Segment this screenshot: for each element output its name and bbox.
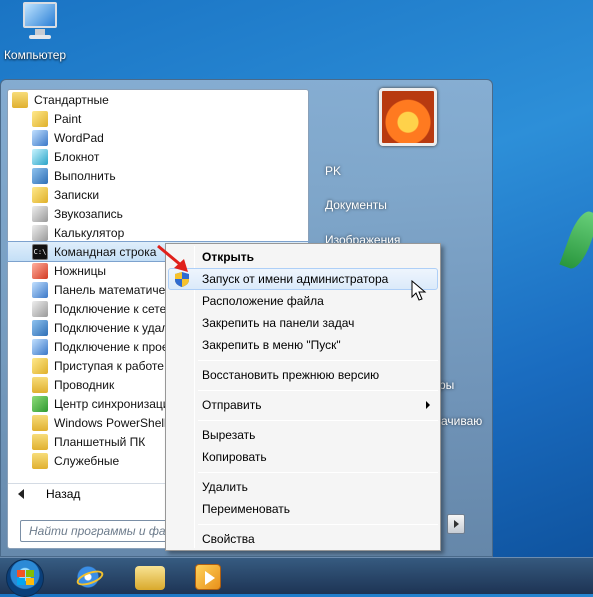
projector-icon — [32, 338, 48, 355]
math-input-icon — [32, 281, 48, 298]
media-player-icon[interactable] — [195, 564, 221, 590]
context-menu: Открыть Запуск от имени администратора Р… — [165, 243, 441, 551]
folder-icon — [32, 414, 48, 431]
user-avatar[interactable] — [379, 88, 437, 146]
right-item-partial-1[interactable]: ры — [439, 378, 454, 392]
ctx-separator — [198, 390, 438, 391]
ctx-properties[interactable]: Свойства — [168, 528, 438, 550]
calculator-icon — [32, 224, 48, 241]
folder-icon — [12, 91, 28, 108]
explorer-icon — [32, 376, 48, 393]
program-item-sound-recorder[interactable]: Звукозапись — [8, 204, 308, 223]
explorer-folder-icon[interactable] — [135, 566, 165, 590]
computer-icon — [17, 2, 61, 42]
getting-started-icon — [32, 357, 48, 374]
program-item-notepad[interactable]: Блокнот — [8, 147, 308, 166]
ctx-pin-taskbar[interactable]: Закрепить на панели задач — [168, 312, 438, 334]
computer-label: Компьютер — [3, 48, 67, 62]
red-arrow-icon — [157, 244, 188, 272]
ctx-run-as-admin[interactable]: Запуск от имени администратора — [168, 268, 438, 290]
ctx-delete[interactable]: Удалить — [168, 476, 438, 498]
ctx-copy[interactable]: Копировать — [168, 446, 438, 468]
folder-icon — [32, 433, 48, 450]
ctx-pin-start[interactable]: Закрепить в меню "Пуск" — [168, 334, 438, 356]
run-icon — [32, 167, 48, 184]
wordpad-icon — [32, 129, 48, 146]
program-item-run[interactable]: Выполнить — [8, 166, 308, 185]
sync-center-icon — [32, 395, 48, 412]
sticky-notes-icon — [32, 186, 48, 203]
ctx-file-location[interactable]: Расположение файла — [168, 290, 438, 312]
right-item-documents[interactable]: Документы — [325, 198, 387, 212]
submenu-arrow-icon — [426, 401, 430, 409]
remote-desktop-icon — [32, 319, 48, 336]
ctx-open[interactable]: Открыть — [168, 246, 438, 268]
ctx-send-to[interactable]: Отправить — [168, 394, 438, 416]
ctx-restore-previous[interactable]: Восстановить прежнюю версию — [168, 364, 438, 386]
mouse-cursor-icon — [411, 280, 427, 301]
ctx-separator — [198, 360, 438, 361]
right-item-user[interactable]: PK — [325, 164, 341, 178]
notepad-icon — [32, 148, 48, 165]
sound-recorder-icon — [32, 205, 48, 222]
windows-flag-icon — [17, 570, 34, 585]
right-item-partial-2[interactable]: ачиваю — [441, 414, 482, 428]
shutdown-options-button[interactable] — [447, 514, 465, 534]
ctx-rename[interactable]: Переименовать — [168, 498, 438, 520]
ctx-separator — [198, 420, 438, 421]
ctx-separator — [198, 472, 438, 473]
ctx-separator — [198, 524, 438, 525]
internet-explorer-icon[interactable] — [73, 562, 103, 592]
paint-icon — [32, 110, 48, 127]
folder-icon — [32, 452, 48, 469]
program-item-paint[interactable]: Paint — [8, 109, 308, 128]
program-item-calculator[interactable]: Калькулятор — [8, 223, 308, 242]
scissors-icon — [32, 262, 48, 279]
ctx-cut[interactable]: Вырезать — [168, 424, 438, 446]
network-projector-icon — [32, 300, 48, 317]
program-item-standard[interactable]: Стандартные — [8, 90, 308, 109]
back-arrow-icon — [18, 488, 24, 499]
wallpaper-leaf — [559, 208, 593, 272]
uac-shield-icon — [175, 272, 189, 287]
program-item-wordpad[interactable]: WordPad — [8, 128, 308, 147]
taskbar — [0, 557, 593, 597]
computer-desktop-icon[interactable]: Компьютер — [4, 2, 74, 62]
cmd-icon: C:\ — [32, 243, 48, 260]
program-item-sticky-notes[interactable]: Записки — [8, 185, 308, 204]
start-button[interactable] — [6, 559, 44, 597]
